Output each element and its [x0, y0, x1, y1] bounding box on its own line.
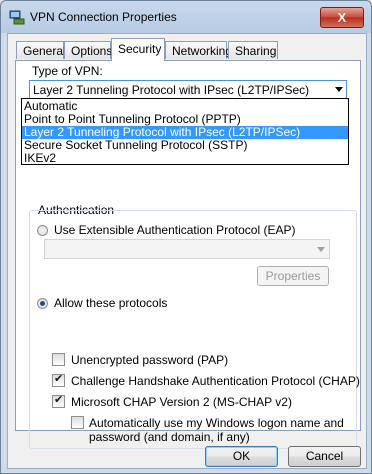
allow-protocols-label[interactable]: Allow these protocols	[54, 296, 167, 310]
chevron-down-icon	[317, 247, 325, 252]
tab-options[interactable]: Options	[64, 41, 112, 59]
vpn-option-ikev2[interactable]: IKEv2	[22, 152, 348, 165]
vpn-type-dropdown-list: Automatic Point to Point Tunneling Proto…	[21, 98, 349, 165]
auto-logon-label-line1[interactable]: Automatically use my Windows logon name …	[89, 416, 344, 430]
eap-method-select	[44, 239, 330, 259]
vpn-properties-window: VPN Connection Properties X General Opti…	[0, 0, 372, 474]
chap-checkbox[interactable]	[52, 372, 65, 387]
eap-radio[interactable]	[37, 225, 48, 236]
cancel-button[interactable]: Cancel	[288, 446, 361, 467]
window-title: VPN Connection Properties	[30, 10, 177, 24]
network-connection-icon	[9, 10, 25, 25]
tab-general[interactable]: General	[16, 41, 66, 59]
chevron-down-icon	[335, 87, 343, 92]
pap-checkbox[interactable]	[52, 353, 65, 366]
auto-logon-label-line2[interactable]: password (and domain, if any)	[89, 430, 250, 444]
ok-button[interactable]: OK	[205, 446, 278, 467]
auto-logon-checkbox[interactable]	[71, 416, 84, 429]
vpn-option-sstp[interactable]: Secure Socket Tunneling Protocol (SSTP)	[22, 139, 348, 152]
tab-security[interactable]: Security	[111, 38, 165, 61]
mschapv2-checkbox[interactable]	[52, 393, 65, 408]
title-bar[interactable]: VPN Connection Properties X	[1, 1, 371, 33]
mschapv2-label[interactable]: Microsoft CHAP Version 2 (MS-CHAP v2)	[71, 395, 292, 409]
tab-sharing[interactable]: Sharing	[228, 41, 278, 59]
properties-button: Properties	[257, 266, 329, 286]
eap-radio-label[interactable]: Use Extensible Authentication Protocol (…	[54, 223, 295, 237]
vpn-type-label: Type of VPN:	[32, 64, 103, 78]
tab-networking[interactable]: Networking	[165, 41, 232, 59]
close-button[interactable]: X	[320, 7, 364, 28]
pap-label[interactable]: Unencrypted password (PAP)	[71, 353, 228, 367]
vpn-type-selected-value: Layer 2 Tunneling Protocol with IPsec (L…	[33, 83, 310, 97]
vpn-type-select[interactable]: Layer 2 Tunneling Protocol with IPsec (L…	[29, 80, 347, 99]
allow-protocols-radio[interactable]	[37, 298, 48, 309]
chap-label[interactable]: Challenge Handshake Authentication Proto…	[71, 374, 360, 388]
